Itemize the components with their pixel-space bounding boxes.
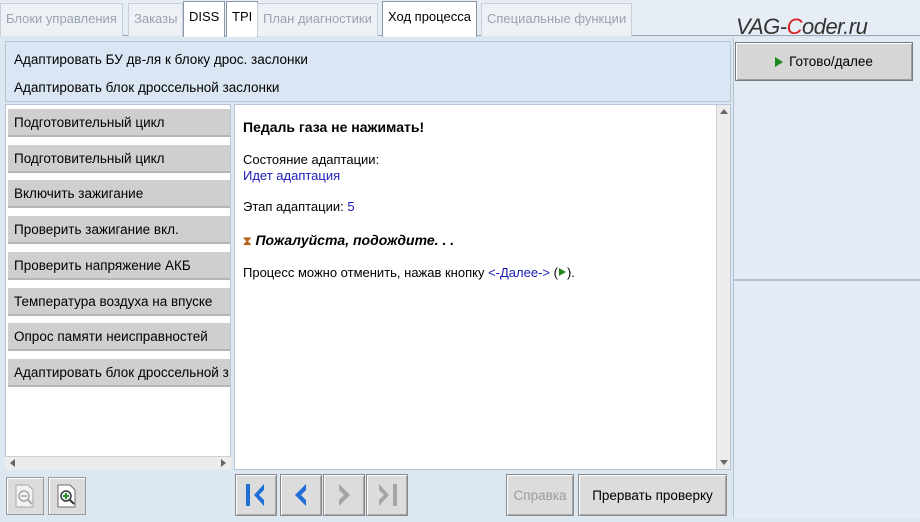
chevron-left-icon <box>295 484 306 506</box>
zoom-out-icon <box>15 484 34 508</box>
instruction-vscrollbar[interactable] <box>716 105 730 469</box>
zoom-in-icon <box>57 484 76 508</box>
skip-last-icon <box>379 484 397 506</box>
right-panel-divider <box>733 279 920 281</box>
procedure-title: Адаптировать БУ дв-ля к блоку дрос. засл… <box>14 52 308 67</box>
procedure-header: Адаптировать БУ дв-ля к блоку дрос. засл… <box>5 41 731 102</box>
abort-test-button[interactable]: Прервать проверку <box>578 474 727 516</box>
right-panel <box>733 38 920 518</box>
tab-diss[interactable]: DISS <box>183 1 226 37</box>
play-icon <box>558 268 566 276</box>
last-step-button[interactable] <box>366 474 408 516</box>
step-item[interactable]: Проверить зажигание вкл. <box>8 216 230 244</box>
next-link: <-Далее-> <box>488 265 550 280</box>
tab-tpi[interactable]: TPI <box>226 1 259 37</box>
tab-process-flow[interactable]: Ход процесса <box>382 1 477 37</box>
step-item[interactable]: Подготовительный цикл <box>8 109 230 137</box>
watermark-logo: VAG-Coder.ru <box>736 14 868 39</box>
cancel-hint: Процесс можно отменить, нажав кнопку <-Д… <box>243 265 575 280</box>
wait-message: ⧗ Пожалуйста, подождите. . . <box>243 232 455 248</box>
instruction-heading: Педаль газа не нажимать! <box>243 119 425 135</box>
play-icon <box>775 56 784 67</box>
step-item[interactable]: Проверить напряжение АКБ <box>8 252 230 280</box>
step-item[interactable]: Адаптировать блок дроссельной з <box>8 359 230 387</box>
scroll-up-icon[interactable] <box>720 109 728 114</box>
next-step-button[interactable] <box>323 474 365 516</box>
step-list: Подготовительный цикл Подготовительный ц… <box>5 104 231 470</box>
tab-diagnostic-plan[interactable]: План диагностики <box>257 3 378 36</box>
done-next-button[interactable]: Готово/далее <box>735 42 913 81</box>
first-step-button[interactable] <box>235 474 277 516</box>
scroll-down-icon[interactable] <box>720 460 728 465</box>
zoom-in-button[interactable] <box>48 477 86 515</box>
step-item[interactable]: Опрос памяти неисправностей <box>8 323 230 351</box>
tab-orders[interactable]: Заказы <box>128 3 184 36</box>
tab-special-functions[interactable]: Специальные функции <box>481 3 633 36</box>
adaptation-status-label: Состояние адаптации: <box>243 152 380 167</box>
zoom-out-button[interactable] <box>6 477 44 515</box>
procedure-subtitle: Адаптировать блок дроссельной заслонки <box>14 80 280 95</box>
previous-step-button[interactable] <box>280 474 322 516</box>
scroll-right-icon[interactable] <box>221 459 226 467</box>
step-item[interactable]: Температура воздуха на впуске <box>8 288 230 316</box>
help-button[interactable]: Справка <box>506 474 574 516</box>
step-item[interactable]: Включить зажигание <box>8 180 230 208</box>
hourglass-icon: ⧗ <box>243 234 252 248</box>
tab-control-units[interactable]: Блоки управления <box>0 3 123 36</box>
step-list-hscrollbar[interactable] <box>5 456 231 470</box>
instruction-panel: Педаль газа не нажимать! Состояние адапт… <box>234 104 731 470</box>
step-item[interactable]: Подготовительный цикл <box>8 145 230 173</box>
adaptation-stage-value: 5 <box>347 199 355 214</box>
chevron-right-icon <box>339 484 350 506</box>
done-next-label: Готово/далее <box>789 54 873 69</box>
adaptation-status-value: Идет адаптация <box>243 168 341 183</box>
scroll-left-icon[interactable] <box>10 459 15 467</box>
adaptation-stage: Этап адаптации: 5 <box>243 199 355 214</box>
skip-first-icon <box>246 484 264 506</box>
